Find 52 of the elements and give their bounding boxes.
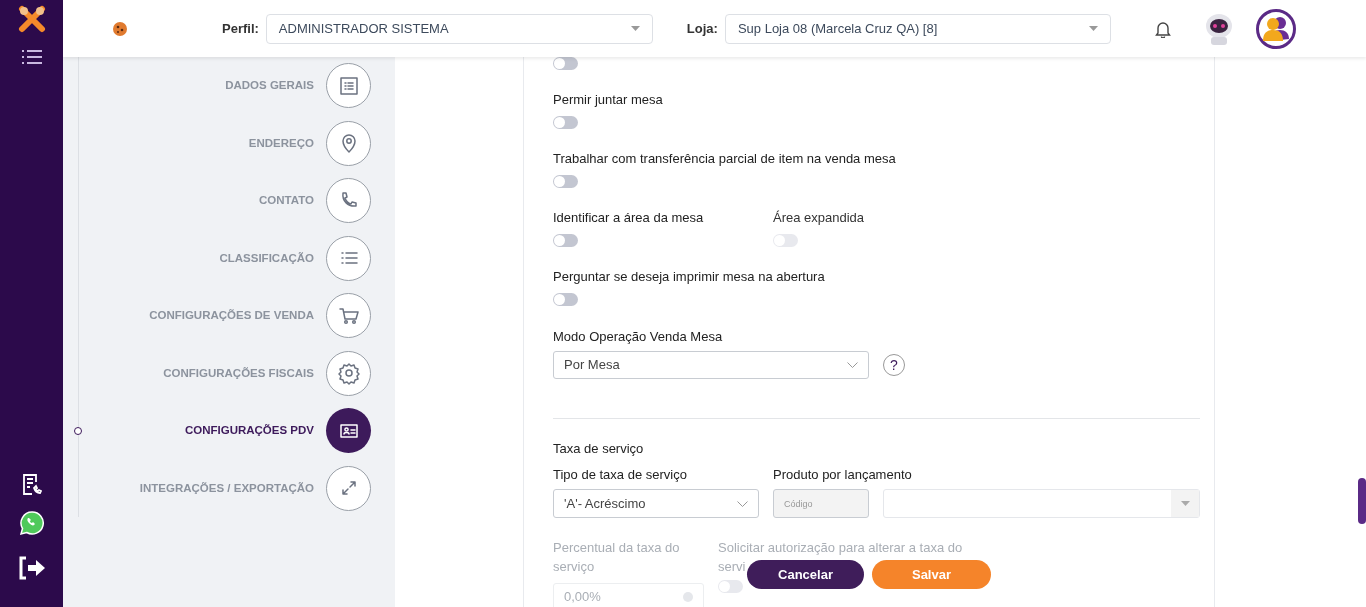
menu-icon[interactable] — [21, 49, 42, 65]
settings-icon — [336, 361, 361, 386]
whatsapp-icon[interactable] — [18, 510, 45, 536]
code-input-field[interactable]: Código — [773, 489, 869, 518]
cancel-button[interactable]: Cancelar — [747, 560, 864, 589]
field-label: Permir juntar mesa — [553, 91, 663, 109]
store-select[interactable]: Sup Loja 08 (Marcela Cruz QA) [8] — [724, 13, 1111, 44]
toggle-switch[interactable] — [553, 116, 578, 129]
toggle-switch[interactable] — [553, 57, 578, 70]
chevron-down-icon — [847, 362, 858, 368]
mode-select[interactable]: Por Mesa — [553, 351, 869, 379]
field-label: Tipo de taxa de serviço — [553, 466, 688, 484]
step-label[interactable]: CONFIGURAÇÕES PDV — [184, 422, 314, 440]
cookie-icon — [112, 20, 128, 37]
caret-icon — [1180, 501, 1190, 506]
step-label[interactable]: CLASSIFICAÇÃO — [219, 249, 314, 267]
toggle-switch[interactable] — [553, 234, 578, 247]
save-button[interactable]: Salvar — [872, 560, 991, 589]
field-label: Identificar a área da mesa — [553, 209, 705, 227]
toggle-switch[interactable] — [553, 293, 578, 306]
scrollbar-thumb[interactable] — [1358, 478, 1366, 524]
step-label[interactable]: CONFIGURAÇÕES DE VENDA — [149, 307, 314, 325]
field-label: Produto por lançamento — [773, 466, 912, 484]
user-avatar-icon[interactable] — [1255, 8, 1296, 49]
document-phone-icon[interactable] — [21, 473, 42, 495]
caret-icon — [630, 26, 640, 31]
service-type-select[interactable]: 'A'- Acréscimo — [553, 489, 759, 518]
profile-label: Perfil: — [222, 19, 259, 38]
field-label: servi — [718, 558, 746, 576]
toggle-switch[interactable] — [553, 175, 578, 188]
step-label[interactable]: CONTATO — [259, 192, 314, 210]
field-label: Perguntar se deseja imprimir mesa na abertura — [553, 268, 825, 286]
field-label: Modo Operação Venda Mesa — [553, 328, 724, 346]
field-label: Percentual da taxa do serviço — [553, 539, 681, 576]
field-label: Área expandida — [773, 209, 865, 227]
caret-icon — [1088, 26, 1098, 31]
step-button[interactable] — [326, 408, 371, 454]
section-title: Taxa de serviço — [553, 440, 645, 458]
fork-spoon-logo-icon[interactable] — [17, 5, 46, 33]
clear-icon — [683, 592, 693, 602]
field-label: Trabalhar com transferência parcial de item na venda mesa — [553, 150, 896, 168]
step-label[interactable]: ENDEREÇO — [248, 134, 314, 152]
field-label: Solicitar autorização para alterar a taxa do — [718, 539, 963, 557]
logout-icon[interactable] — [17, 556, 46, 580]
step-label[interactable]: CONFIGURAÇÕES FISCAIS — [163, 364, 314, 382]
step-label[interactable]: INTEGRAÇÕES / EXPORTAÇÃO — [139, 479, 314, 497]
chevron-down-icon — [737, 500, 748, 507]
step-label[interactable]: DADOS GERAIS — [225, 77, 314, 95]
profile-select[interactable]: ADMINISTRADOR SISTEMA — [265, 13, 653, 44]
percent-input-field: 0,00% — [553, 583, 704, 607]
notification-bell-icon[interactable] — [1154, 19, 1171, 38]
store-label: Loja: — [686, 19, 718, 38]
